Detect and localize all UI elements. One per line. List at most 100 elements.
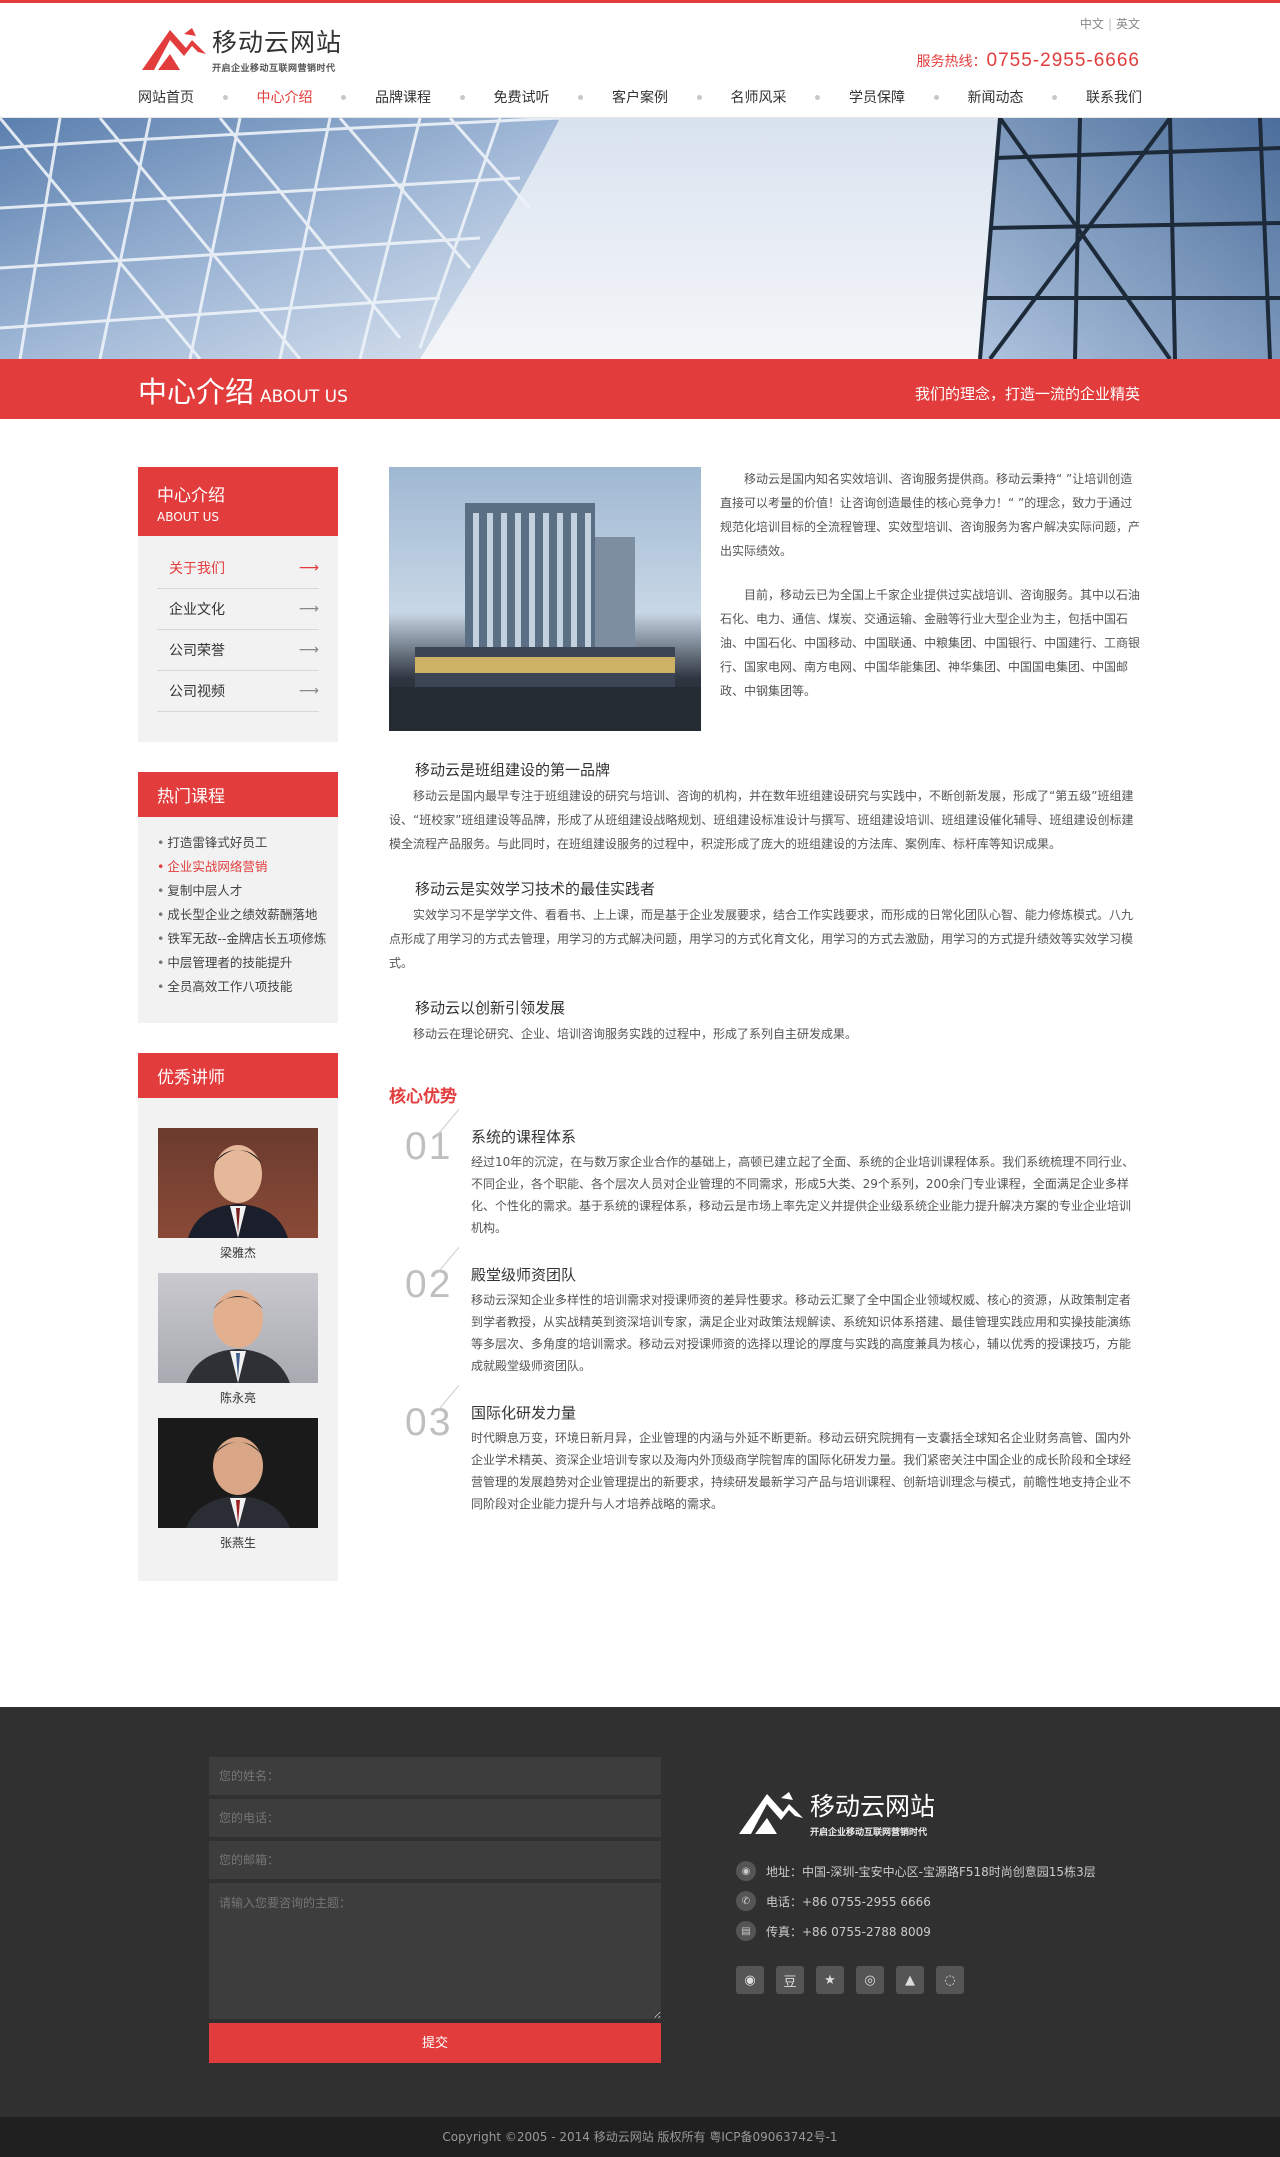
email-field[interactable] xyxy=(209,1841,661,1879)
douban-icon[interactable]: 豆 xyxy=(776,1966,804,1994)
star-icon[interactable]: ★ xyxy=(816,1966,844,1994)
core-item-text: 移动云深知企业多样性的培训需求对授课师资的差异性要求。移动云汇聚了全中国企业领域… xyxy=(471,1293,1132,1373)
phone-icon: ✆ xyxy=(736,1891,756,1911)
teacher-photo[interactable] xyxy=(158,1418,318,1528)
list-item[interactable]: • 企业实战网络营销 xyxy=(157,855,319,879)
nav-home[interactable]: 网站首页 xyxy=(138,87,194,107)
arrow-right-icon: ⟶ xyxy=(298,601,319,617)
core-item: 03 国际化研发力量 时代瞬息万变，环境日新月异，企业管理的内涵与外延不断更新。… xyxy=(389,1385,1142,1515)
qq-icon[interactable]: ◌ xyxy=(936,1966,964,1994)
about-menu-box: 中心介绍 ABOUT US 关于我们 ⟶ 企业文化 ⟶ 公司荣誉 ⟶ 公司视频 ⟶ xyxy=(138,467,338,742)
sidebar-item-label: 公司视频 xyxy=(169,684,225,700)
page-title: 中心介绍 xyxy=(138,375,255,409)
nav-courses[interactable]: 品牌课程 xyxy=(375,87,431,107)
renren-icon[interactable]: ▲ xyxy=(896,1966,924,1994)
core-item-text: 时代瞬息万变，环境日新月异，企业管理的内涵与外延不断更新。移动云研究院拥有一支囊… xyxy=(471,1431,1132,1511)
submit-button[interactable]: 提交 xyxy=(209,2023,661,2063)
location-pin-icon: ◉ xyxy=(736,1861,756,1881)
main-area: 中心介绍 ABOUT US 关于我们 ⟶ 企业文化 ⟶ 公司荣誉 ⟶ 公司视频 ⟶ 热门… xyxy=(0,419,1280,1707)
sidebar-item-video[interactable]: 公司视频 ⟶ xyxy=(157,671,319,712)
message-field[interactable] xyxy=(209,1883,661,2019)
list-item[interactable]: • 打造雷锋式好员工 xyxy=(157,831,319,855)
nav-separator xyxy=(341,94,347,100)
list-item[interactable]: • 铁军无敌--金牌店长五项修炼 xyxy=(157,927,326,951)
core-item: 01 系统的课程体系 经过10年的沉淀，在与数万家企业合作的基础上，高顿已建立起… xyxy=(389,1109,1142,1239)
sidebar-item-honors[interactable]: 公司荣誉 ⟶ xyxy=(157,630,319,671)
nav-news[interactable]: 新闻动态 xyxy=(968,87,1024,107)
nav-cases[interactable]: 客户案例 xyxy=(612,87,668,107)
name-field[interactable] xyxy=(209,1757,661,1795)
logo-title: 移动云网站 xyxy=(212,28,343,57)
list-item[interactable]: • 成长型企业之绩效薪酬落地 xyxy=(157,903,319,927)
footer-contact-info: 移动云网站 开启企业移动互联网营销时代 ◉ 地址：中国-深圳-宝安中心区-宝源路F… xyxy=(736,1787,1096,1994)
teacher-name: 梁雅杰 xyxy=(219,1246,256,1260)
sidebar: 中心介绍 ABOUT US 关于我们 ⟶ 企业文化 ⟶ 公司荣誉 ⟶ 公司视频 ⟶ 热门… xyxy=(138,467,338,1611)
nav-separator xyxy=(933,94,939,100)
footer-logo[interactable]: 移动云网站 开启企业移动互联网营销时代 xyxy=(736,1787,1096,1838)
lang-en-link[interactable]: 英文 xyxy=(1116,17,1140,31)
core-advantages-title: 核心优势 xyxy=(389,1087,457,1107)
feature-block: 移动云是实效学习技术的最佳实践者 实效学习不是学学文件、看看书、上上课，而是基于… xyxy=(389,878,1142,975)
nav-about[interactable]: 中心介绍 xyxy=(257,87,313,107)
nav-separator xyxy=(696,94,702,100)
teacher-photo[interactable] xyxy=(158,1128,318,1238)
sidebar-item-about-us[interactable]: 关于我们 ⟶ xyxy=(157,548,319,589)
nav-teachers[interactable]: 名师风采 xyxy=(731,87,787,107)
course-link[interactable]: 复制中层人才 xyxy=(167,883,242,898)
fax-text: 传真：+86 0755-2788 8009 xyxy=(766,1924,931,1939)
weibo-icon[interactable]: ◎ xyxy=(856,1966,884,1994)
site-footer: 提交 移动云网站 开启企业移动互联网营销时代 ◉ 地址：中国-深圳-宝安中心区-宝… xyxy=(0,1707,1280,2117)
footer-logo-title: 移动云网站 xyxy=(810,1792,936,1821)
page-slogan: 我们的理念，打造一流的企业精英 xyxy=(914,385,1140,403)
intro-paragraph: 移动云是国内知名实效培训、咨询服务提供商。移动云秉持“ ”让培训创造直接可以考量… xyxy=(720,472,1141,558)
core-number: 01 xyxy=(389,1109,471,1175)
course-link[interactable]: 铁军无敌--金牌店长五项修炼 xyxy=(167,931,326,946)
core-item-title: 系统的课程体系 xyxy=(471,1128,577,1146)
nav-contact[interactable]: 联系我们 xyxy=(1086,87,1142,107)
phone-text: 电话：+86 0755-2955 6666 xyxy=(766,1894,931,1909)
phone-line: ✆ 电话：+86 0755-2955 6666 xyxy=(736,1886,1096,1916)
lang-cn-link[interactable]: 中文 xyxy=(1080,17,1104,31)
feature-block: 移动云是班组建设的第一品牌 移动云是国内最早专注于班组建设的研究与培训、咨询的机… xyxy=(389,759,1142,856)
sidebar-item-label: 关于我们 xyxy=(169,561,225,577)
list-item[interactable]: • 中层管理者的技能提升 xyxy=(157,951,319,975)
list-item[interactable]: • 全员高效工作八项技能 xyxy=(157,975,319,999)
wechat-icon[interactable]: ◉ xyxy=(736,1966,764,1994)
teachers-box: 优秀讲师 梁雅杰 陈永亮 张燕生 xyxy=(138,1053,338,1581)
intro-paragraph: 目前，移动云已为全国上千家企业提供过实战培训、咨询服务。其中以石油石化、电力、通… xyxy=(720,588,1141,698)
nav-free-trial[interactable]: 免费试听 xyxy=(494,87,550,107)
footer-logo-slogan: 开启企业移动互联网营销时代 xyxy=(810,1828,928,1838)
feature-text: 移动云在理论研究、企业、培训咨询服务实践的过程中，形成了系列自主研发成果。 xyxy=(413,1027,858,1041)
nav-guarantee[interactable]: 学员保障 xyxy=(849,87,905,107)
teacher-photo[interactable] xyxy=(158,1273,318,1383)
feature-block: 移动云以创新引领发展 移动云在理论研究、企业、培训咨询服务实践的过程中，形成了系… xyxy=(389,997,1142,1046)
page-title-en: ABOUT US xyxy=(260,387,348,407)
teacher-card[interactable]: 张燕生 xyxy=(158,1418,318,1551)
social-links: ◉ 豆 ★ ◎ ▲ ◌ xyxy=(736,1966,1096,1994)
teacher-card[interactable]: 陈永亮 xyxy=(158,1273,318,1406)
course-link[interactable]: 全员高效工作八项技能 xyxy=(167,979,292,994)
hero-banner-image xyxy=(0,118,1280,359)
arrow-right-icon: ⟶ xyxy=(298,560,319,576)
site-header: 移动云网站 开启企业移动互联网营销时代 中文 | 英文 服务热线： 0755-295… xyxy=(0,3,1280,118)
list-item[interactable]: • 复制中层人才 xyxy=(157,879,319,903)
sidebar-item-culture[interactable]: 企业文化 ⟶ xyxy=(157,589,319,630)
site-logo[interactable]: 移动云网站 开启企业移动互联网营销时代 xyxy=(140,23,342,74)
features-section: 移动云是班组建设的第一品牌 移动云是国内最早专注于班组建设的研究与培训、咨询的机… xyxy=(389,759,1142,1046)
service-hotline: 服务热线： 0755-2955-6666 xyxy=(917,50,1140,72)
teacher-card[interactable]: 梁雅杰 xyxy=(158,1128,318,1261)
nav-separator xyxy=(459,94,465,100)
course-link[interactable]: 打造雷锋式好员工 xyxy=(167,835,267,850)
contact-form: 提交 xyxy=(209,1757,661,2063)
course-link[interactable]: 中层管理者的技能提升 xyxy=(167,955,292,970)
content-area: 移动云是国内知名实效培训、咨询服务提供商。移动云秉持“ ”让培训创造直接可以考量… xyxy=(389,467,1142,1611)
phone-field[interactable] xyxy=(209,1799,661,1837)
nav-separator xyxy=(815,94,821,100)
course-link[interactable]: 成长型企业之绩效薪酬落地 xyxy=(167,907,317,922)
sidebar-item-label: 企业文化 xyxy=(169,602,225,618)
about-menu-title-en: ABOUT US xyxy=(157,510,220,524)
arrow-right-icon: ⟶ xyxy=(298,683,319,699)
course-link[interactable]: 企业实战网络营销 xyxy=(167,859,267,874)
core-item-title: 殿堂级师资团队 xyxy=(471,1266,577,1284)
logo-mark-icon xyxy=(142,27,206,70)
